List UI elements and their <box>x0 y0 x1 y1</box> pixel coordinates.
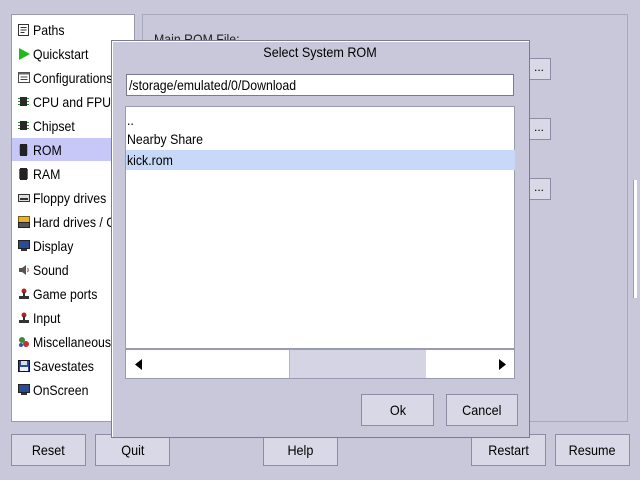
chip-icon <box>17 119 30 132</box>
path-input[interactable]: /storage/emulated/0/Download <box>126 74 514 96</box>
sidebar-item-label: Floppy drives <box>33 189 107 206</box>
scroll-right-arrow-icon[interactable] <box>490 350 514 378</box>
resume-button[interactable]: Resume <box>555 434 630 466</box>
ram-chip-icon <box>17 167 30 180</box>
chip-icon <box>17 95 30 108</box>
sound-icon <box>17 263 30 276</box>
monitor-icon <box>17 239 30 252</box>
cancel-button[interactable]: Cancel <box>446 394 518 426</box>
hard-drive-icon <box>17 215 30 228</box>
sidebar-item-label: Paths <box>33 21 65 38</box>
save-icon <box>17 359 30 372</box>
sidebar-item-label: Chipset <box>33 117 75 134</box>
sidebar-item-label: OnScreen <box>33 381 89 398</box>
help-button[interactable]: Help <box>263 434 338 466</box>
ok-button[interactable]: Ok <box>361 394 434 426</box>
select-rom-dialog: Select System ROM /storage/emulated/0/Do… <box>111 40 530 438</box>
list-item[interactable]: .. <box>126 110 515 130</box>
restart-button[interactable]: Restart <box>471 434 546 466</box>
sidebar-item-label: RAM <box>33 165 61 182</box>
list-item[interactable]: Nearby Share <box>126 129 515 149</box>
config-list-icon <box>17 71 30 84</box>
sidebar-item-label: ROM <box>33 141 62 158</box>
dialog-title: Select System ROM <box>263 44 378 60</box>
quit-button[interactable]: Quit <box>95 434 170 466</box>
play-icon <box>17 47 30 60</box>
horizontal-scrollbar[interactable] <box>125 349 515 379</box>
main-scrollbar[interactable] <box>633 180 637 298</box>
rom-chip-icon <box>17 143 30 156</box>
file-list[interactable]: .. Nearby Share kick.rom <box>125 106 515 349</box>
list-item-selected[interactable]: kick.rom <box>126 150 515 170</box>
misc-icon <box>17 335 30 348</box>
sidebar-item-label: Sound <box>33 261 69 278</box>
browse-cart-rom-button[interactable]: ... <box>527 178 551 200</box>
sidebar-item-label: Game ports <box>33 285 98 302</box>
reset-button[interactable]: Reset <box>11 434 86 466</box>
joystick-icon <box>17 311 30 324</box>
sidebar-item-label: Miscellaneous <box>33 333 112 350</box>
sidebar-item-label: CPU and FPU <box>33 93 112 110</box>
browse-rom-button[interactable]: ... <box>527 58 551 80</box>
document-icon <box>17 23 30 36</box>
sidebar-item-paths[interactable]: Paths <box>12 18 134 41</box>
scroll-thumb[interactable] <box>289 350 426 378</box>
sidebar-item-label: Quickstart <box>33 45 89 62</box>
scroll-track[interactable] <box>150 350 490 378</box>
floppy-drive-icon <box>17 191 30 204</box>
scroll-left-arrow-icon[interactable] <box>126 350 150 378</box>
sidebar-item-label: Display <box>33 237 74 254</box>
monitor-icon <box>17 383 30 396</box>
sidebar-item-label: Savestates <box>33 357 94 374</box>
joystick-icon <box>17 287 30 300</box>
sidebar-item-label: Configurations <box>33 69 113 86</box>
sidebar-item-label: Input <box>33 309 61 326</box>
browse-ext-rom-button[interactable]: ... <box>527 118 551 140</box>
